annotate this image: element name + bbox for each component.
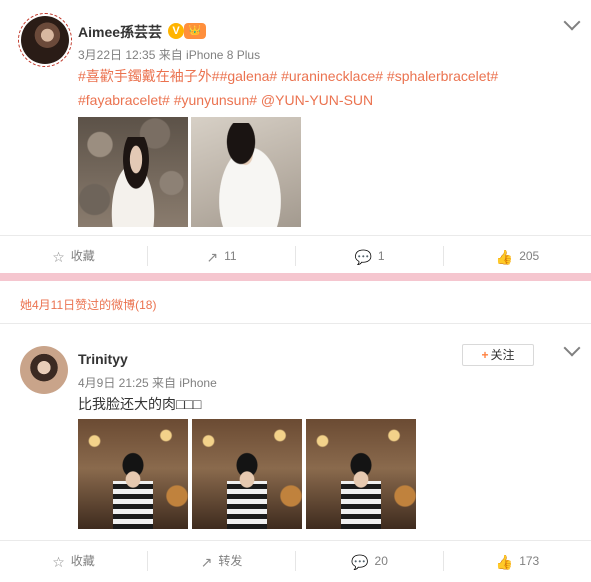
like-button[interactable]: 👍 173 (444, 541, 591, 581)
star-icon: ☆ (52, 553, 65, 570)
post-text-line-1[interactable]: #喜歡手鐲戴在袖子外##galena# #uraninecklace# #sph… (78, 64, 498, 88)
username[interactable]: Aimee孫芸芸 (78, 22, 162, 42)
favorite-label: 收藏 (70, 554, 95, 568)
repost-button[interactable]: ↗ 转发 (148, 541, 295, 581)
like-count: 205 (519, 249, 540, 263)
post-text-line-2[interactable]: #fayabracelet# #yunyunsun# @YUN-YUN-SUN (78, 88, 373, 112)
section-divider (0, 273, 591, 281)
follow-button[interactable]: + 关注 (462, 344, 534, 366)
username[interactable]: Trinityy (78, 351, 128, 367)
post-photo-1[interactable] (78, 117, 188, 227)
star-icon: ☆ (52, 248, 65, 265)
comment-count: 1 (377, 249, 385, 263)
favorite-button[interactable]: ☆ 收藏 (0, 541, 147, 581)
post-text[interactable]: 比我脸还大的肉□□□ (78, 392, 201, 416)
avatar[interactable] (18, 13, 72, 67)
like-count: 173 (519, 554, 540, 568)
comment-icon: 💬 (351, 553, 369, 570)
crown-badge-icon: 👑 (184, 23, 206, 39)
action-bar: ☆ 收藏 ↗ 转发 💬 20 👍 173 (0, 540, 591, 581)
post-photo-3[interactable] (306, 419, 416, 529)
comment-count: 20 (374, 554, 388, 568)
verified-badge-icon: V (168, 23, 184, 39)
chevron-down-icon[interactable] (563, 13, 581, 31)
comment-icon: 💬 (354, 248, 372, 265)
like-button[interactable]: 👍 205 (444, 236, 591, 276)
comment-button[interactable]: 💬 20 (296, 541, 443, 581)
favorite-button[interactable]: ☆ 收藏 (0, 236, 147, 276)
repost-label: 转发 (218, 554, 243, 568)
repost-count: 11 (224, 249, 237, 263)
post-photo-2[interactable] (191, 117, 301, 227)
repost-button[interactable]: ↗ 11 (148, 236, 295, 276)
chevron-down-icon[interactable] (563, 339, 581, 357)
avatar[interactable] (20, 346, 68, 394)
plus-icon: + (481, 348, 489, 362)
follow-label: 关注 (490, 348, 515, 362)
liked-notice[interactable]: 她4月11日赞过的微博(18) (20, 296, 156, 313)
post-photo-2[interactable] (192, 419, 302, 529)
share-icon: ↗ (206, 248, 219, 265)
share-icon: ↗ (200, 553, 213, 570)
favorite-label: 收藏 (70, 249, 95, 263)
liked-notice-row[interactable]: 她4月11日赞过的微博(18) (0, 281, 591, 324)
thumbs-up-icon: 👍 (495, 248, 514, 265)
post-photo-1[interactable] (78, 419, 188, 529)
comment-button[interactable]: 💬 1 (296, 236, 443, 276)
action-bar: ☆ 收藏 ↗ 11 💬 1 👍 205 (0, 235, 591, 276)
post-meta[interactable]: 3月22日 12:35 来自 iPhone 8 Plus (78, 46, 260, 63)
thumbs-up-icon: 👍 (495, 553, 514, 570)
post-meta[interactable]: 4月9日 21:25 来自 iPhone (78, 374, 217, 391)
